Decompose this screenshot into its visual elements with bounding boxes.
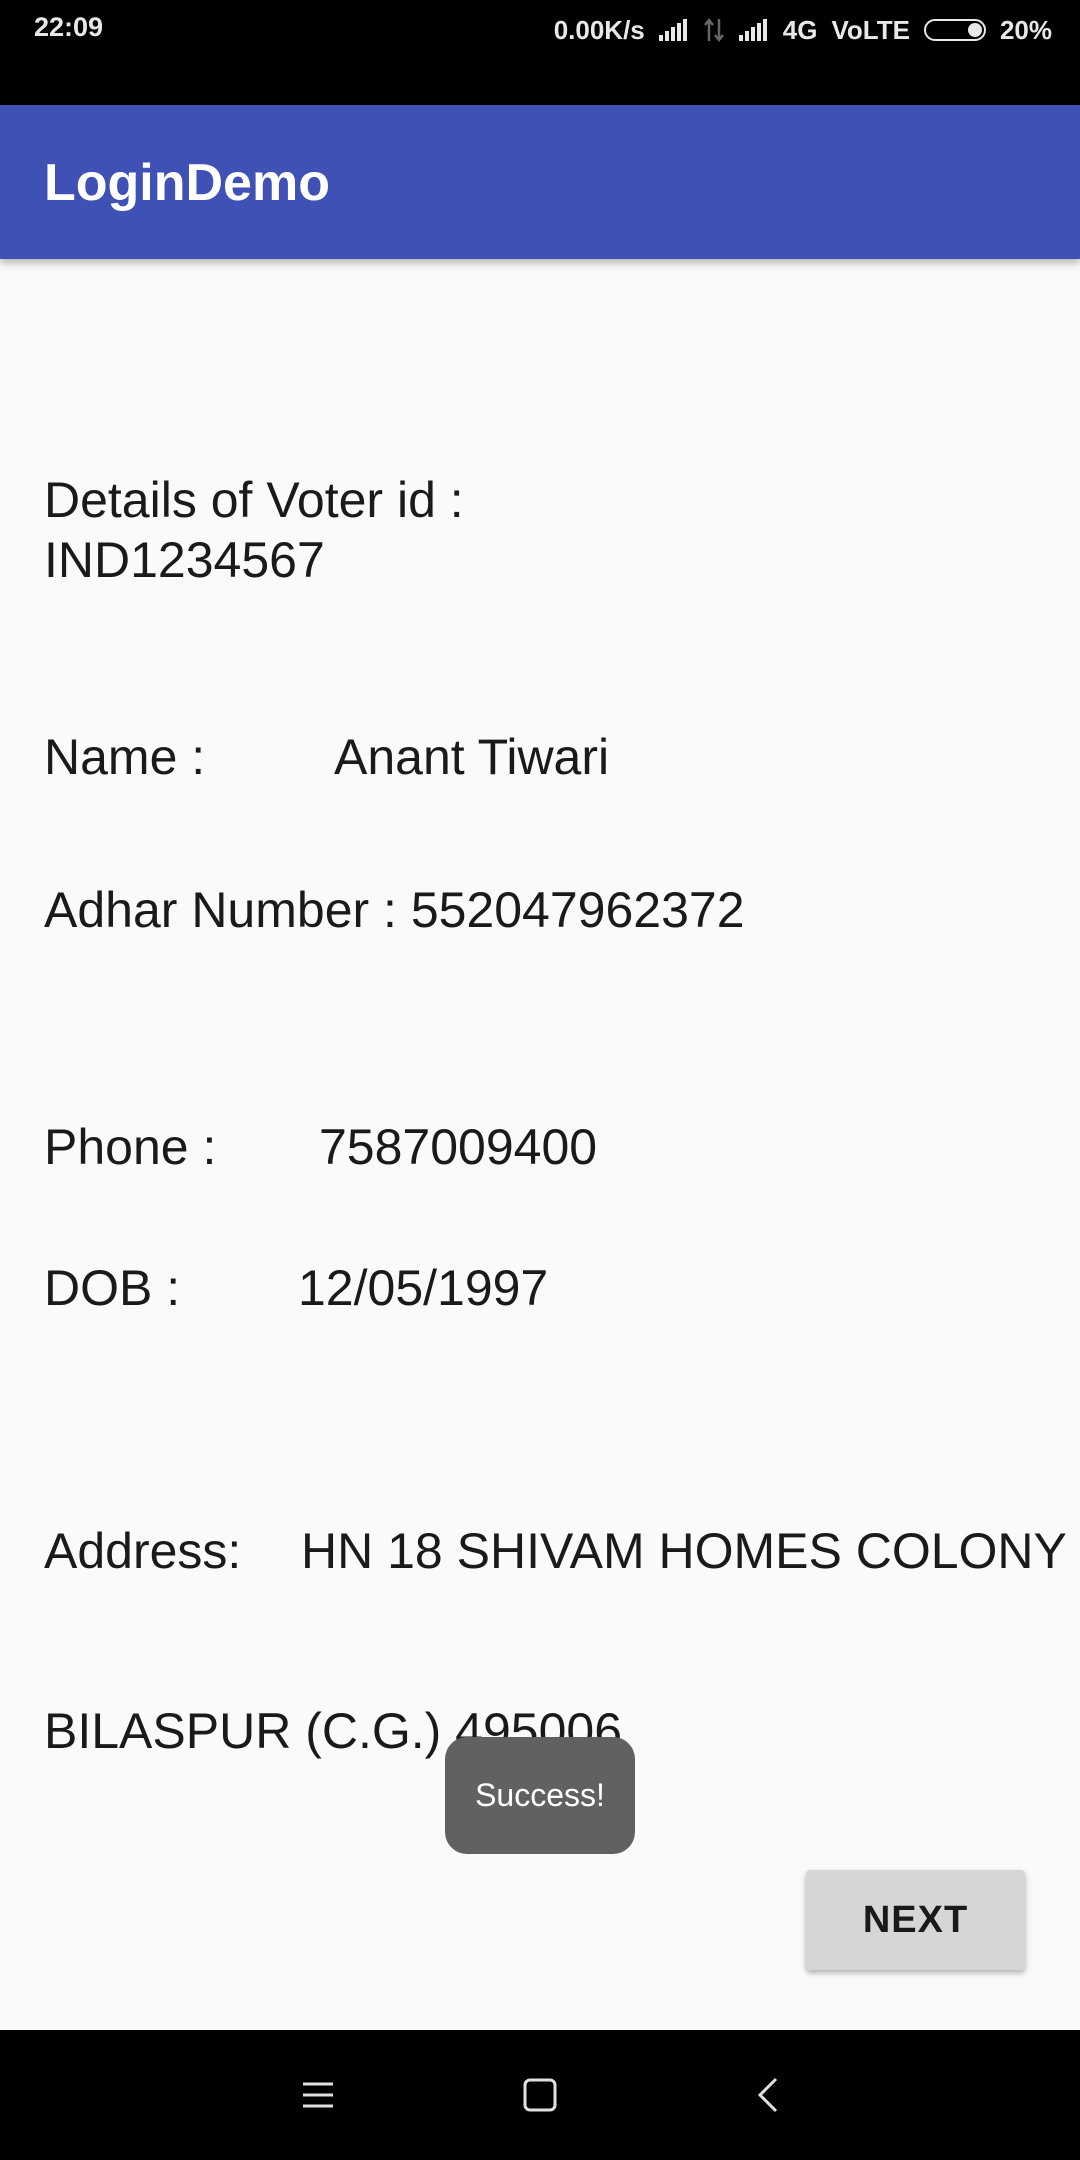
next-button[interactable]: NEXT [806,1870,1025,1970]
dob-value: 12/05/1997 [298,1260,549,1316]
name-row: Name : Anant Tiwari [44,727,609,787]
back-icon[interactable] [728,2030,808,2160]
phone-value: 7587009400 [319,1119,598,1175]
app-title: LoginDemo [44,154,330,212]
voter-id-heading: Details of Voter id : IND1234567 [44,472,464,588]
dob-label: DOB : [44,1260,181,1316]
dob-row: DOB : 12/05/1997 [44,1258,548,1318]
status-time: 22:09 [34,12,104,42]
home-icon[interactable] [500,2030,580,2160]
network-type: 4G [782,14,818,45]
battery-percent: 20% [999,14,1052,45]
phone-row: Phone : 7587009400 [44,1117,597,1177]
name-value: Anant Tiwari [334,729,610,785]
status-indicators: 0.00K/s 4G VoLTE 20% [540,12,1052,48]
signal-icon-sim2 [738,19,769,41]
success-toast: Success! [445,1737,635,1854]
screen: 22:09 0.00K/s 4G VoLTE 20% LoginDemo Det… [0,0,1080,2160]
name-label: Name : [44,729,206,785]
status-bar: 22:09 0.00K/s 4G VoLTE 20% [0,0,1080,105]
battery-icon [923,19,986,41]
menu-icon[interactable] [278,2030,358,2160]
adhar-number: Adhar Number : 552047962372 [44,882,745,938]
app-bar: LoginDemo [0,105,1080,259]
data-transfer-icon [703,17,724,43]
address-value: HN 18 SHIVAM HOMES COLONY [301,1523,1067,1579]
network-speed: 0.00K/s [553,14,645,45]
navigation-bar [0,2030,1080,2160]
phone-label: Phone : [44,1119,217,1175]
signal-icon [658,19,689,41]
address-row: Address: HN 18 SHIVAM HOMES COLONY [44,1521,1067,1581]
volte-label: VoLTE [831,14,910,45]
address-label: Address: [44,1523,242,1579]
